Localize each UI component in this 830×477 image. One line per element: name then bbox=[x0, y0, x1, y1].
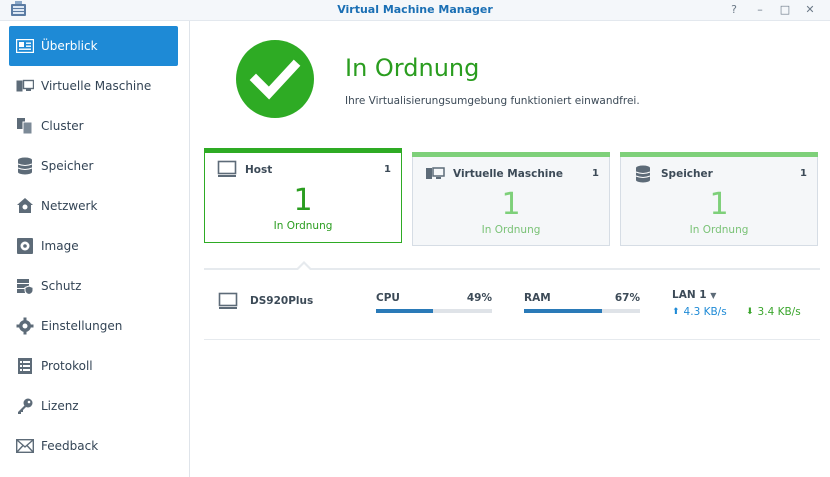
checkmark-icon bbox=[249, 59, 301, 100]
card-count: 1 bbox=[800, 168, 807, 179]
sidebar-item-label: Protokoll bbox=[41, 359, 93, 373]
minimize-button[interactable]: – bbox=[752, 2, 768, 17]
ram-usage-bar bbox=[524, 309, 640, 313]
ram-usage-fill bbox=[524, 309, 602, 313]
main-panel: In Ordnung Ihre Virtualisierungsumgebung… bbox=[190, 21, 830, 477]
help-button[interactable]: ? bbox=[726, 2, 742, 17]
host-name: DS920Plus bbox=[250, 295, 314, 307]
protection-icon bbox=[15, 276, 35, 296]
sidebar-item-cluster[interactable]: Cluster bbox=[9, 106, 178, 146]
download-value: 3.4 KB/s bbox=[757, 306, 801, 318]
close-button[interactable]: ✕ bbox=[802, 2, 818, 17]
card-accent-bar bbox=[204, 148, 402, 153]
card-title: Speicher bbox=[661, 168, 713, 180]
sidebar: Überblick Virtuelle Maschine Cluster Spe… bbox=[0, 21, 190, 477]
card-status: In Ordnung bbox=[689, 224, 749, 236]
database-icon bbox=[635, 165, 651, 183]
sidebar-item-overview[interactable]: Überblick bbox=[9, 26, 178, 66]
sidebar-item-protection[interactable]: Schutz bbox=[9, 266, 178, 306]
card-title: Host bbox=[245, 164, 273, 176]
sidebar-item-virtual-machine[interactable]: Virtuelle Maschine bbox=[9, 66, 178, 106]
lan-label: LAN 1 bbox=[672, 289, 707, 301]
sidebar-item-label: Speicher bbox=[41, 159, 94, 173]
sidebar-item-label: Schutz bbox=[41, 279, 82, 293]
status-ok-circle bbox=[236, 40, 314, 118]
upload-arrow-icon: ⬆ bbox=[672, 307, 680, 317]
sidebar-item-log[interactable]: Protokoll bbox=[9, 346, 178, 386]
card-count: 1 bbox=[592, 168, 599, 179]
ram-value: 67% bbox=[614, 292, 640, 304]
title-bar: Virtual Machine Manager ? – □ ✕ bbox=[0, 0, 830, 21]
image-icon bbox=[15, 236, 35, 256]
log-icon bbox=[15, 356, 35, 376]
sidebar-item-storage[interactable]: Speicher bbox=[9, 146, 178, 186]
sidebar-item-feedback[interactable]: Feedback bbox=[9, 426, 178, 466]
virtual-machine-icon bbox=[15, 76, 35, 96]
sidebar-item-settings[interactable]: Einstellungen bbox=[9, 306, 178, 346]
card-value: 1 bbox=[501, 187, 521, 222]
cpu-usage-fill bbox=[376, 309, 433, 313]
sidebar-item-label: Netzwerk bbox=[41, 199, 98, 213]
sidebar-item-label: Einstellungen bbox=[41, 319, 123, 333]
overview-icon bbox=[15, 36, 35, 56]
sidebar-item-label: Image bbox=[41, 239, 79, 253]
monitor-icon bbox=[218, 292, 238, 309]
cpu-label: CPU bbox=[376, 292, 400, 304]
card-storage[interactable]: Speicher 1 1 In Ordnung bbox=[620, 152, 818, 246]
sidebar-item-label: Lizenz bbox=[41, 399, 79, 413]
card-count: 1 bbox=[384, 164, 391, 175]
card-status: In Ordnung bbox=[273, 220, 333, 232]
upload-value: 4.3 KB/s bbox=[683, 306, 727, 318]
download-arrow-icon: ⬇ bbox=[746, 307, 754, 317]
sidebar-item-image[interactable]: Image bbox=[9, 226, 178, 266]
ram-label: RAM bbox=[524, 292, 551, 304]
maximize-button[interactable]: □ bbox=[777, 2, 793, 17]
sidebar-item-network[interactable]: Netzwerk bbox=[9, 186, 178, 226]
window-title: Virtual Machine Manager bbox=[337, 3, 493, 16]
sidebar-item-license[interactable]: Lizenz bbox=[9, 386, 178, 426]
card-accent-bar bbox=[412, 152, 610, 157]
monitor-icon bbox=[217, 160, 237, 177]
cpu-usage-bar bbox=[376, 309, 492, 313]
sidebar-item-label: Cluster bbox=[41, 119, 84, 133]
card-virtual-machine[interactable]: Virtuelle Maschine 1 1 In Ordnung bbox=[412, 152, 610, 246]
host-row[interactable]: DS920Plus CPU 49% RAM 67% LAN 1 ▼ ⬆ 4.3 … bbox=[204, 281, 820, 340]
sidebar-item-label: Feedback bbox=[41, 439, 99, 453]
card-value: 1 bbox=[709, 187, 729, 222]
status-description: Ihre Virtualisierungsumgebung funktionie… bbox=[345, 95, 640, 107]
key-icon bbox=[15, 396, 35, 416]
envelope-icon bbox=[15, 436, 35, 456]
chevron-down-icon: ▼ bbox=[710, 291, 717, 300]
network-icon bbox=[15, 196, 35, 216]
cpu-value: 49% bbox=[466, 292, 492, 304]
card-value: 1 bbox=[293, 183, 313, 218]
storage-icon bbox=[15, 156, 35, 176]
settings-gear-icon bbox=[15, 316, 35, 336]
card-host[interactable]: Host 1 1 In Ordnung bbox=[204, 148, 402, 243]
cluster-icon bbox=[15, 116, 35, 136]
card-status: In Ordnung bbox=[481, 224, 541, 236]
status-title: In Ordnung bbox=[345, 54, 480, 82]
upload-rate: ⬆ 4.3 KB/s bbox=[672, 306, 727, 318]
sidebar-item-label: Überblick bbox=[41, 39, 98, 53]
card-title: Virtuelle Maschine bbox=[453, 168, 563, 180]
card-accent-bar bbox=[620, 152, 818, 157]
download-rate: ⬇ 3.4 KB/s bbox=[746, 306, 801, 318]
card-pointer-inner bbox=[298, 264, 310, 270]
virtual-machine-icon bbox=[426, 167, 445, 179]
sidebar-item-label: Virtuelle Maschine bbox=[41, 79, 152, 93]
lan-dropdown[interactable]: LAN 1 ▼ bbox=[672, 289, 716, 301]
